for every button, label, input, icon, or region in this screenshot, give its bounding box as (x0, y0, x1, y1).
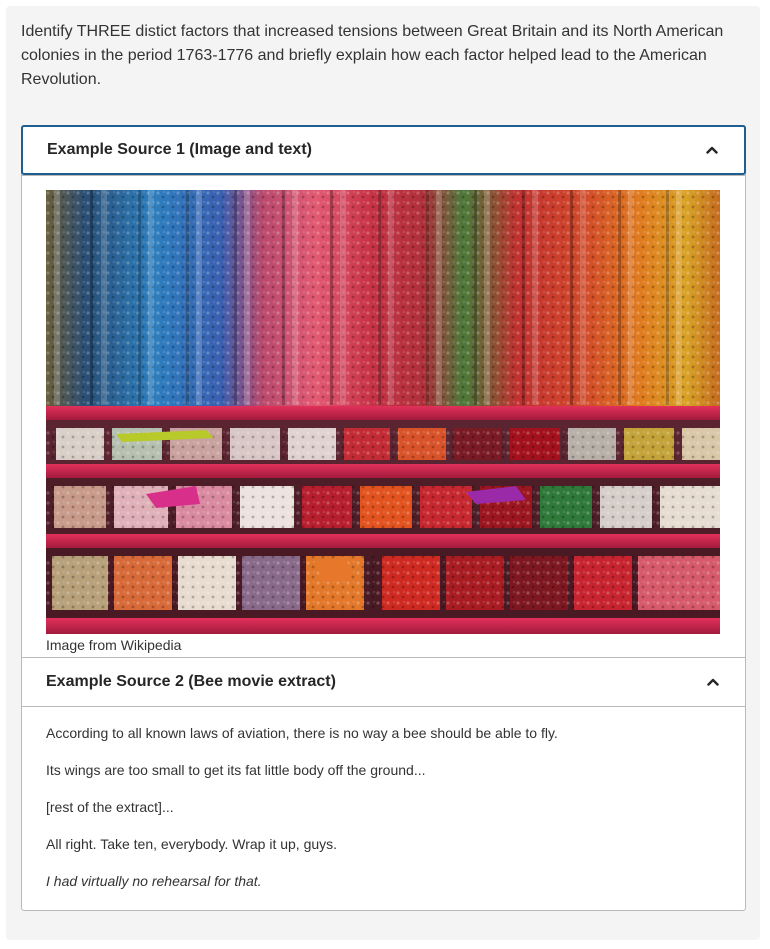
source-1-title: Example Source 1 (Image and text) (47, 141, 312, 158)
image-caption: Image from Wikipedia (46, 637, 182, 653)
source-1-panel: Image from Wikipedia (22, 175, 745, 657)
source-2-header[interactable]: Example Source 2 (Bee movie extract) (22, 657, 745, 706)
extract-paragraph: Its wings are too small to get its fat l… (46, 762, 426, 778)
sources-accordion: Example Source 1 (Image and text) Image … (21, 125, 746, 911)
extract-italic-paragraph: I had virtually no rehearsal for that. (46, 873, 262, 889)
chevron-up-icon[interactable] (707, 678, 719, 686)
candy-store-image (46, 190, 720, 634)
question-container: Identify THREE distict factors that incr… (6, 6, 760, 940)
chevron-up-icon[interactable] (706, 146, 718, 154)
source-2-panel: According to all known laws of aviation,… (22, 706, 745, 910)
source-2-title: Example Source 2 (Bee movie extract) (46, 673, 336, 690)
source-1-header[interactable]: Example Source 1 (Image and text) (21, 125, 746, 175)
extract-paragraph: [rest of the extract]... (46, 799, 174, 815)
question-text: Identify THREE distict factors that incr… (21, 23, 724, 88)
extract-paragraph: According to all known laws of aviation,… (46, 725, 558, 741)
extract-paragraph: All right. Take ten, everybody. Wrap it … (46, 836, 338, 852)
